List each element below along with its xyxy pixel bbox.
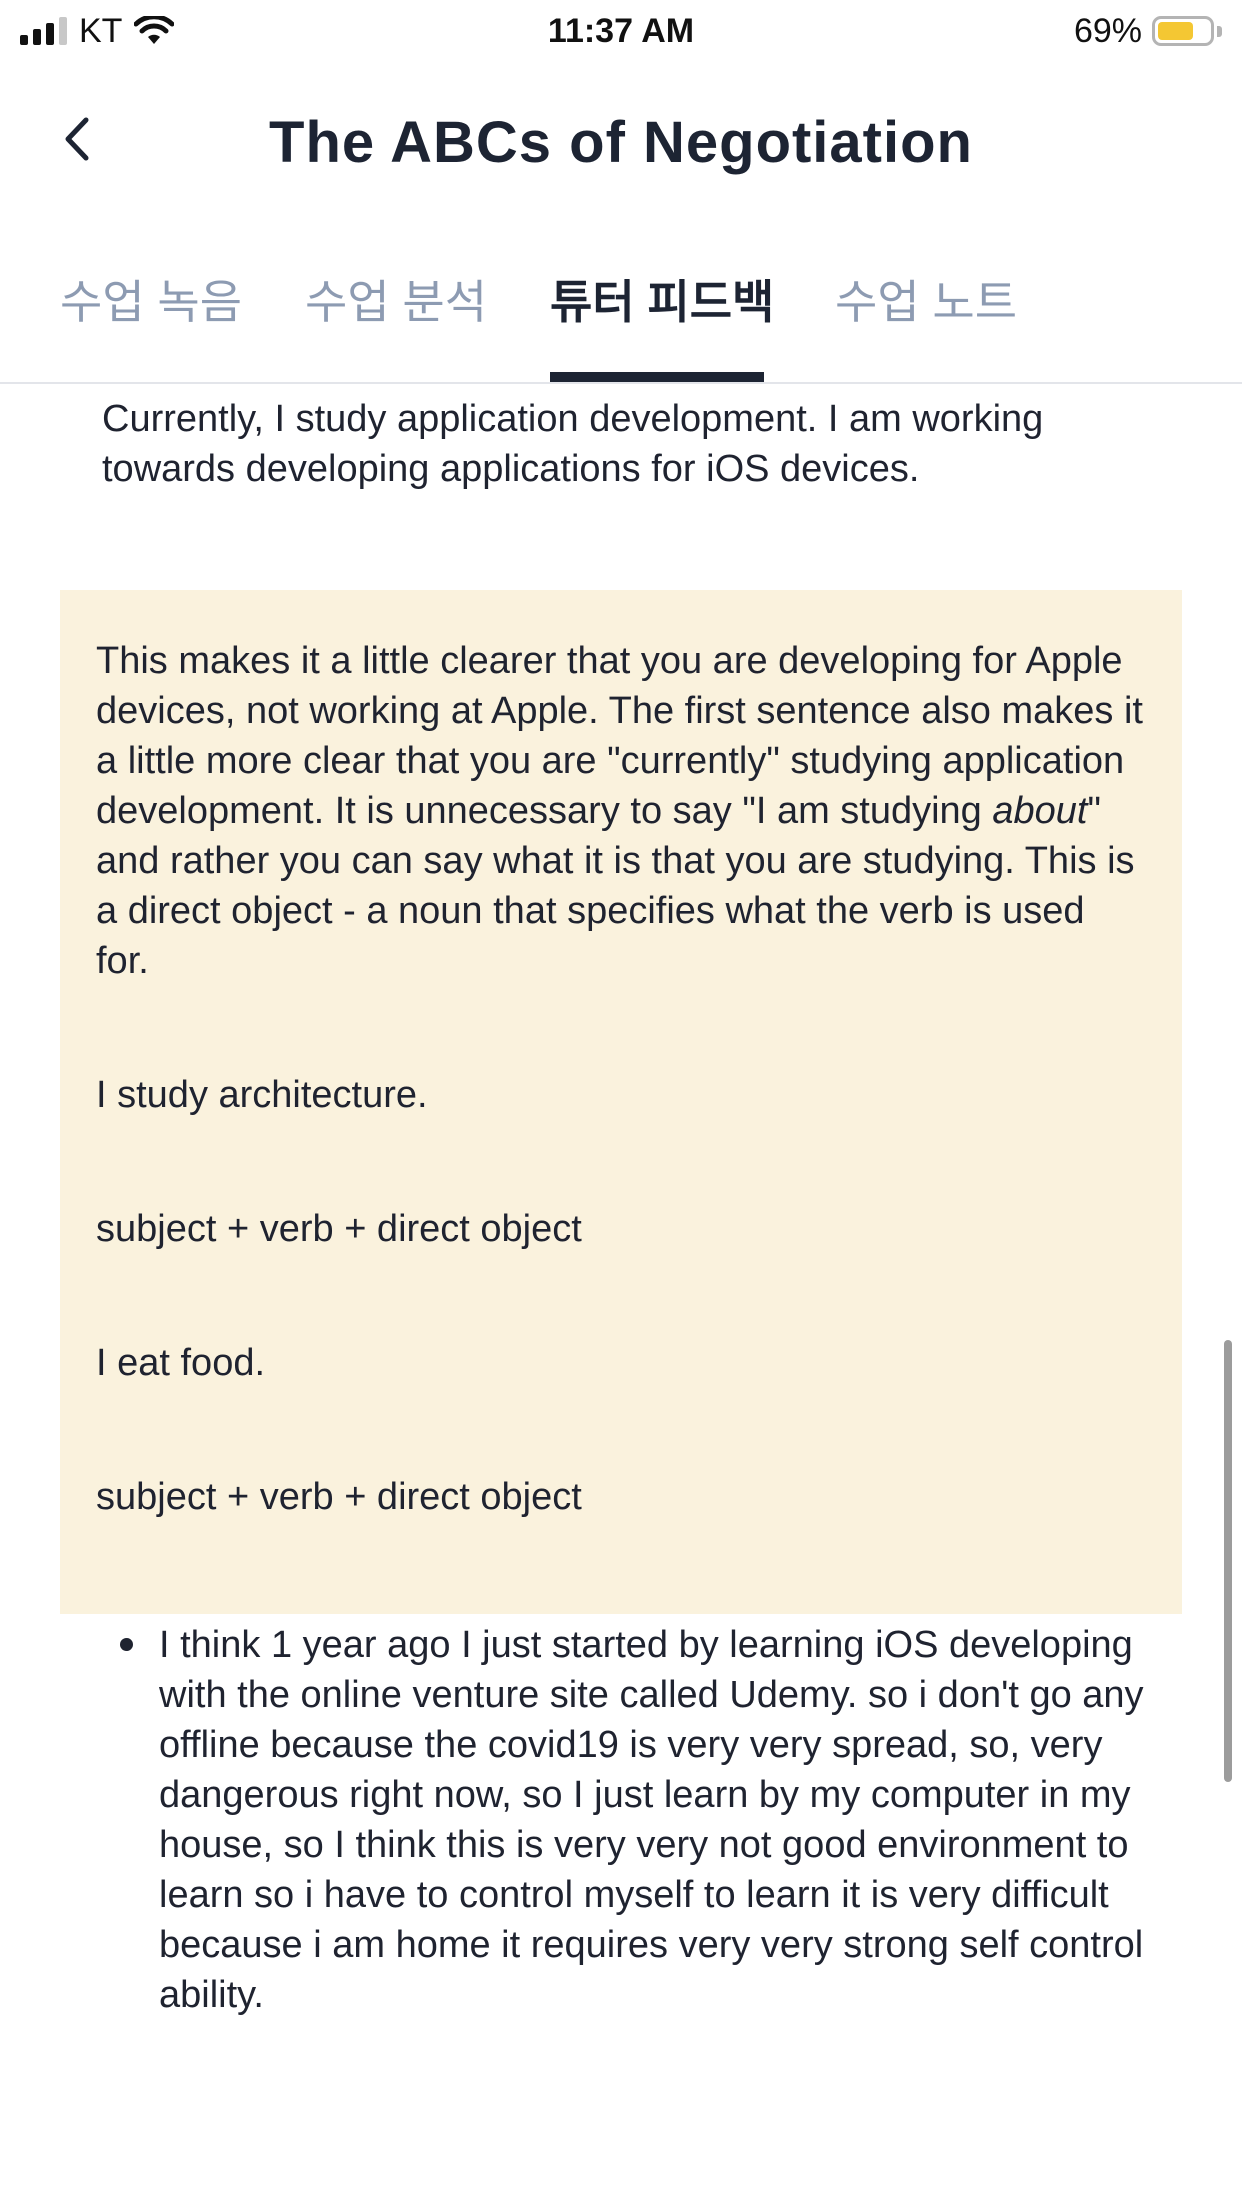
tab-class-notes[interactable]: 수업 노트 xyxy=(835,270,1017,334)
app-screen: KT 11:37 AM 69% The ABCs of Negotiation … xyxy=(0,0,1242,2208)
tab-class-analysis[interactable]: 수업 분석 xyxy=(305,270,487,334)
explanation-part-1: This makes it a little clearer that you … xyxy=(96,640,1143,832)
tab-bar: 수업 녹음 수업 분석 튜터 피드백 수업 노트 xyxy=(0,250,1242,384)
nav-header: The ABCs of Negotiation xyxy=(0,80,1242,200)
grammar-pattern-1: subject + verb + direct object xyxy=(96,1208,582,1250)
status-time: 11:37 AM xyxy=(547,12,695,50)
list-item: I think 1 year ago I just started by lea… xyxy=(102,1620,1182,2020)
page-title: The ABCs of Negotiation xyxy=(269,110,973,175)
feedback-explanation: This makes it a little clearer that you … xyxy=(96,636,1146,986)
student-sentence: I think 1 year ago I just started by lea… xyxy=(159,1624,1144,2016)
battery-percentage: 69% xyxy=(1073,11,1142,50)
bullet-icon xyxy=(120,1638,133,1651)
status-right: 69% xyxy=(1074,10,1222,52)
vertical-scrollbar[interactable] xyxy=(1224,1340,1232,1782)
corrected-sentence: Currently, I study application developme… xyxy=(102,398,1044,490)
tab-tutor-feedback[interactable]: 튜터 피드백 xyxy=(550,270,774,334)
status-bar: KT 11:37 AM 69% xyxy=(0,0,1242,64)
battery-level-fill xyxy=(1158,22,1193,40)
example-sentence-1: I study architecture. xyxy=(96,1074,428,1116)
tab-class-recording[interactable]: 수업 녹음 xyxy=(60,270,242,334)
battery-cap xyxy=(1217,25,1222,37)
explanation-emphasis: about xyxy=(992,790,1088,832)
grammar-pattern-2: subject + verb + direct object xyxy=(96,1476,582,1518)
tutor-feedback-box: This makes it a little clearer that you … xyxy=(60,590,1182,1614)
battery-icon xyxy=(1152,16,1214,46)
example-sentence-2: I eat food. xyxy=(96,1342,266,1384)
active-tab-indicator xyxy=(550,372,764,382)
feedback-content[interactable]: Currently, I study application developme… xyxy=(0,384,1242,2208)
